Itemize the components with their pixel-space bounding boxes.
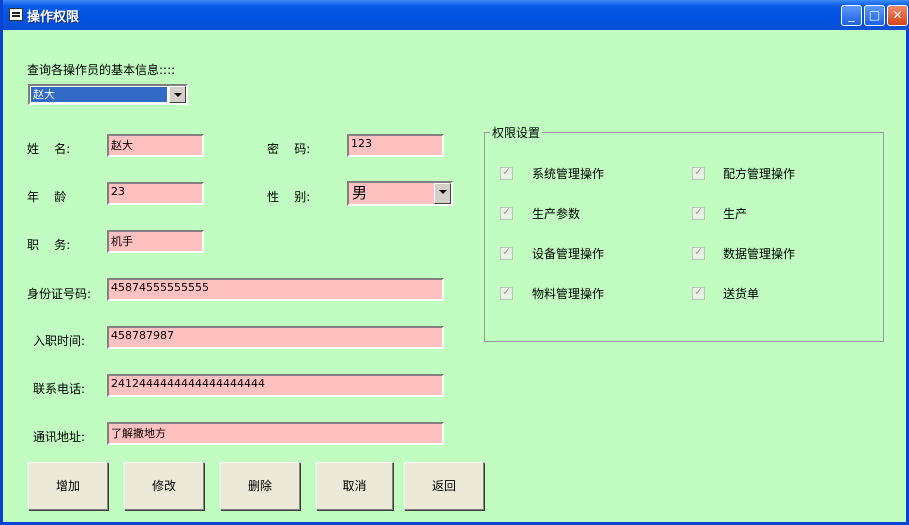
operator-select[interactable]: 赵大 bbox=[28, 84, 188, 105]
gender-label: 性 别: bbox=[267, 190, 311, 204]
hire-date-label: 入职时间: bbox=[33, 334, 86, 348]
main-window: 操作权限 _ □ ✕ 查询各操作员的基本信息:::: 赵大 姓 名: 赵大 密 … bbox=[0, 0, 909, 525]
query-label: 查询各操作员的基本信息:::: bbox=[27, 63, 176, 77]
name-label: 姓 名: bbox=[27, 142, 71, 156]
name-field[interactable]: 赵大 bbox=[107, 134, 204, 157]
perm-production-params-label: 生产参数 bbox=[532, 207, 581, 221]
delete-button[interactable]: 删除 bbox=[220, 462, 300, 510]
edit-button[interactable]: 修改 bbox=[124, 462, 204, 510]
perm-production-checkbox[interactable] bbox=[692, 205, 705, 220]
permissions-group bbox=[484, 132, 884, 342]
password-label: 密 码: bbox=[267, 142, 311, 156]
id-label: 身份证号码: bbox=[27, 287, 92, 301]
age-label: 年 龄 bbox=[27, 190, 67, 204]
close-button[interactable]: ✕ bbox=[887, 5, 908, 26]
app-icon[interactable] bbox=[9, 8, 23, 21]
add-button[interactable]: 增加 bbox=[28, 462, 108, 510]
perm-equipment-checkbox[interactable] bbox=[500, 245, 513, 260]
perm-recipe-label: 配方管理操作 bbox=[723, 167, 796, 181]
hire-date-field[interactable]: 458787987 bbox=[107, 326, 444, 349]
id-field[interactable]: 45874555555555 bbox=[107, 278, 444, 301]
chevron-down-icon[interactable] bbox=[169, 86, 186, 103]
perm-material-checkbox[interactable] bbox=[500, 285, 513, 300]
position-label: 职 务: bbox=[27, 238, 71, 252]
perm-production-label: 生产 bbox=[723, 207, 748, 221]
perm-data-label: 数据管理操作 bbox=[723, 247, 796, 261]
phone-label: 联系电话: bbox=[33, 382, 86, 396]
phone-field[interactable]: 2412444444444444444444 bbox=[107, 374, 444, 397]
perm-system-checkbox[interactable] bbox=[500, 165, 513, 180]
perm-equipment-label: 设备管理操作 bbox=[532, 247, 605, 261]
address-field[interactable]: 了解撒地方 bbox=[107, 422, 444, 445]
perm-delivery-label: 送货单 bbox=[723, 287, 760, 301]
perm-delivery-checkbox[interactable] bbox=[692, 285, 705, 300]
back-button[interactable]: 返回 bbox=[404, 462, 484, 510]
age-field[interactable]: 23 bbox=[107, 182, 204, 205]
perm-system-label: 系统管理操作 bbox=[532, 167, 605, 181]
operator-select-value: 赵大 bbox=[31, 87, 167, 102]
gender-select-value: 男 bbox=[352, 184, 368, 202]
chevron-down-icon[interactable] bbox=[434, 183, 451, 204]
window-title: 操作权限 bbox=[27, 10, 80, 25]
permissions-title: 权限设置 bbox=[490, 124, 543, 141]
perm-recipe-checkbox[interactable] bbox=[692, 165, 705, 180]
perm-data-checkbox[interactable] bbox=[692, 245, 705, 260]
address-label: 通讯地址: bbox=[33, 430, 86, 444]
perm-production-params-checkbox[interactable] bbox=[500, 205, 513, 220]
title-bar[interactable]: 操作权限 _ □ ✕ bbox=[3, 0, 909, 30]
gender-select[interactable]: 男 bbox=[347, 181, 453, 206]
perm-material-label: 物料管理操作 bbox=[532, 287, 605, 301]
position-field[interactable]: 机手 bbox=[107, 230, 204, 253]
maximize-button[interactable]: □ bbox=[864, 5, 885, 26]
password-field[interactable]: 123 bbox=[347, 134, 444, 157]
cancel-button[interactable]: 取消 bbox=[316, 462, 393, 510]
minimize-button[interactable]: _ bbox=[841, 5, 862, 26]
